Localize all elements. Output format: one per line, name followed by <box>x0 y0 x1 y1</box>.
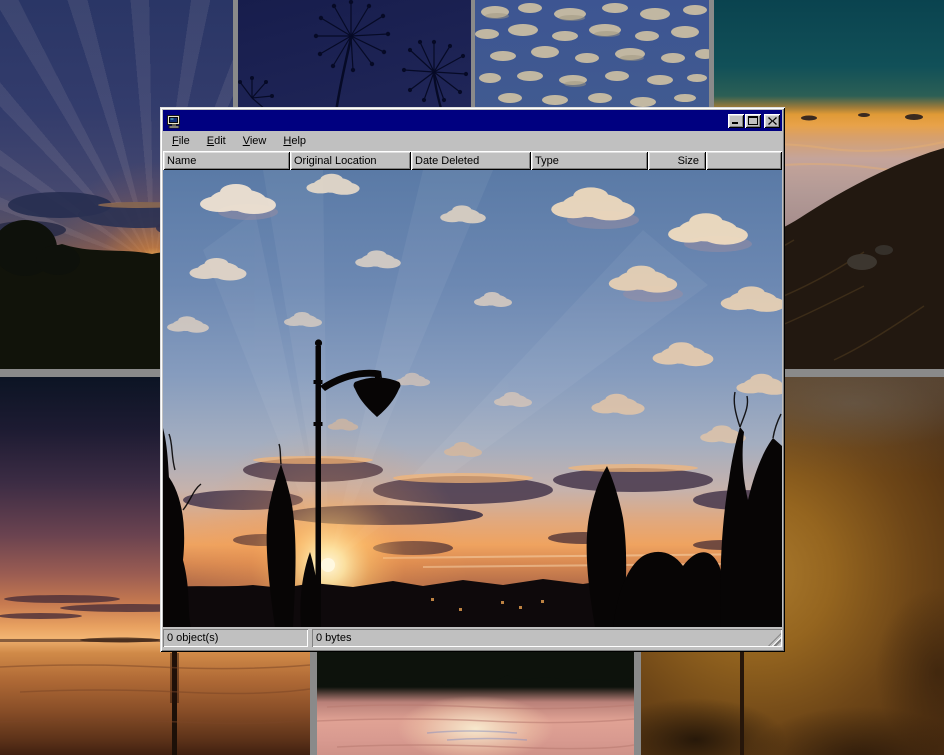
desktop: { "window": { "title": "", "controls": {… <box>0 0 944 755</box>
window-titlebar[interactable] <box>163 110 782 131</box>
column-header-date-deleted[interactable]: Date Deleted <box>411 151 531 170</box>
column-header-name[interactable]: Name <box>163 151 290 170</box>
menu-edit[interactable]: Edit <box>199 133 235 150</box>
column-header-filler[interactable] <box>706 151 782 170</box>
column-header-row: Name Original Location Date Deleted Type… <box>163 151 782 170</box>
column-header-type[interactable]: Type <box>531 151 648 170</box>
menu-help[interactable]: Help <box>275 133 315 150</box>
resize-grip[interactable] <box>768 633 781 646</box>
blurred-pole-silhouette <box>740 649 744 755</box>
status-size-text: 0 bytes <box>316 632 351 644</box>
list-view-area[interactable] <box>163 170 782 627</box>
maximize-icon <box>748 116 758 125</box>
recycle-bin-window: File Edit View Help Name Original Locati… <box>160 107 785 652</box>
lamp-post-sunset-photo <box>163 170 782 627</box>
maximize-button[interactable] <box>745 114 761 128</box>
menu-bar: File Edit View Help <box>163 131 782 151</box>
close-icon <box>768 117 777 125</box>
reflection-ripples <box>317 655 634 755</box>
minimize-button[interactable] <box>728 114 744 128</box>
computer-icon <box>166 113 182 129</box>
menu-view[interactable]: View <box>235 133 276 150</box>
menu-file[interactable]: File <box>164 133 199 150</box>
column-header-size[interactable]: Size <box>648 151 706 170</box>
status-bar: 0 object(s) 0 bytes <box>163 627 782 647</box>
close-button[interactable] <box>764 114 780 128</box>
minimize-icon <box>731 116 741 125</box>
column-header-original-location[interactable]: Original Location <box>290 151 411 170</box>
small-clouds-pattern <box>475 0 709 110</box>
status-objects-panel: 0 object(s) <box>163 629 308 647</box>
status-size-panel: 0 bytes <box>312 629 782 647</box>
